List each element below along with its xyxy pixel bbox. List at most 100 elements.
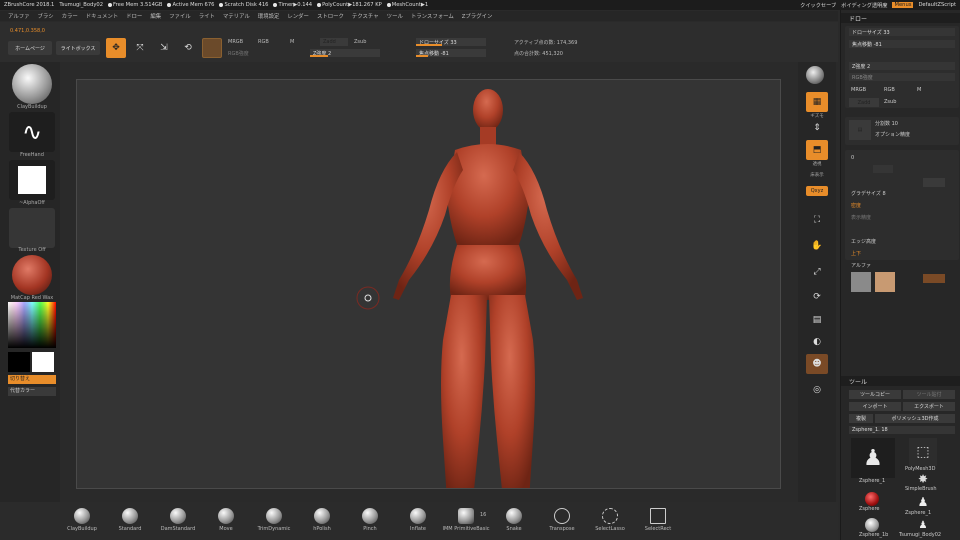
menu-transform[interactable]: トランスフォーム <box>411 12 454 20</box>
rotate-button[interactable]: ⟲ <box>178 38 198 58</box>
tool-copy-button[interactable]: ツールコピー <box>849 390 901 399</box>
brush-option-button[interactable] <box>923 178 945 187</box>
polyframe-icon[interactable]: ▤ <box>806 310 828 330</box>
menu-light[interactable]: ライト <box>199 12 215 20</box>
gradient-toggle[interactable]: 代替カラー <box>8 387 56 396</box>
menu-draw[interactable]: ドロー <box>126 12 142 20</box>
swap-color-button[interactable]: 切り替え <box>8 375 56 384</box>
material-swatch-button[interactable] <box>202 38 222 58</box>
frame-icon[interactable]: ⛶ <box>806 210 828 230</box>
main-color-swatch[interactable] <box>8 352 30 372</box>
rotate-icon[interactable]: ⟳ <box>806 287 828 307</box>
export-button[interactable]: エクスポート <box>903 402 955 411</box>
transparency-button[interactable]: ボイディング透明度 <box>841 2 887 9</box>
move-arrows-icon[interactable]: ⇕ <box>806 118 828 138</box>
home-page-button[interactable]: ホームページ <box>8 41 52 55</box>
focal-shift-slider[interactable]: 焦点移動 -81 <box>416 49 486 57</box>
rp-rgb-toggle[interactable]: RGB <box>884 87 895 93</box>
secondary-color-swatch[interactable] <box>32 352 54 372</box>
brush-trimdynamic[interactable]: TrimDynamic <box>248 508 300 534</box>
menu-document[interactable]: ドキュメント <box>86 12 118 20</box>
gizmo-icon[interactable]: ▦ <box>806 92 828 112</box>
stroke-thumbnail[interactable]: ∿ <box>9 112 55 152</box>
menu-texture[interactable]: テクスチャ <box>352 12 379 20</box>
quicksave-button[interactable]: クイックセーブ <box>800 2 836 9</box>
draw-size-slider[interactable]: ドローサイズ 33 <box>416 38 486 46</box>
menu-zplugin[interactable]: Zプラグイン <box>462 12 493 20</box>
texture-thumbnail[interactable] <box>9 208 55 248</box>
import-button[interactable]: インポート <box>849 402 901 411</box>
alpha-preview[interactable] <box>851 272 871 292</box>
axis-icon[interactable]: Qxyz <box>806 186 828 196</box>
rgb-intensity-label[interactable]: RGB強度 <box>228 50 249 57</box>
figure-icon[interactable]: ♟ <box>911 518 935 532</box>
scale-icon[interactable]: ⤢ <box>806 262 828 282</box>
brush-pinch[interactable]: Pinch <box>344 508 396 534</box>
brush-hpolish[interactable]: hPolish <box>296 508 348 534</box>
alpha-thumbnail[interactable] <box>9 160 55 200</box>
script-button[interactable]: DefaultZScript <box>918 2 956 8</box>
menu-stroke[interactable]: ストローク <box>317 12 344 20</box>
m-toggle[interactable]: M <box>290 39 294 45</box>
tool-palette-header[interactable]: ツール <box>841 376 960 386</box>
brush-row-slider[interactable] <box>873 165 893 173</box>
perspective-icon[interactable]: ⬒ <box>806 140 828 160</box>
material-thumbnail[interactable] <box>12 255 52 295</box>
rp-rgb-intensity-slider[interactable]: RGB強度 <box>849 73 955 81</box>
rp-z-intensity-slider[interactable]: Z強度 2 <box>849 62 955 70</box>
move-icon[interactable]: ✋ <box>806 236 828 256</box>
menu-render[interactable]: レンダー <box>287 12 309 20</box>
figure-icon[interactable]: ♟ <box>851 438 895 478</box>
edit-button[interactable]: ✥ <box>106 38 126 58</box>
polish-label[interactable]: オプション精度 <box>875 131 910 138</box>
rp-focal-shift-slider[interactable]: 焦点移動 -81 <box>849 40 955 48</box>
draw-palette-header[interactable]: ドロー <box>841 13 960 23</box>
dynamic-subdiv-button[interactable]: ▤ <box>849 120 871 140</box>
figure-icon[interactable] <box>865 518 879 532</box>
rp-m-toggle[interactable]: M <box>917 87 921 93</box>
menu-material[interactable]: マテリアル <box>223 12 250 20</box>
menu-edit[interactable]: 編集 <box>150 12 161 20</box>
menu-preferences[interactable]: 環境設定 <box>258 12 280 20</box>
brush-inflate[interactable]: Inflate <box>392 508 444 534</box>
sphere-icon[interactable] <box>806 66 824 84</box>
zadd-toggle[interactable]: Zadd <box>320 38 348 46</box>
menus-button[interactable]: Menus <box>892 2 914 8</box>
brush-claybuildup[interactable]: ClayBuildup <box>56 508 108 534</box>
mrgb-toggle[interactable]: MRGB <box>228 39 243 45</box>
transp-icon[interactable]: ◐ <box>806 332 828 352</box>
scale-button[interactable]: ⇲ <box>154 38 174 58</box>
xpose-icon[interactable]: ◎ <box>806 380 828 400</box>
color-picker[interactable] <box>8 302 56 348</box>
brush-transpose[interactable]: Transpose <box>536 508 588 534</box>
star-icon[interactable]: ✸ <box>909 472 937 486</box>
alpha-option-button[interactable] <box>923 274 945 283</box>
canvas-viewport[interactable] <box>76 79 781 489</box>
menu-alpha[interactable]: アルファ <box>8 12 30 20</box>
up-down-label[interactable]: 上下 <box>851 250 861 257</box>
z-intensity-slider[interactable]: Z強度 2 <box>310 49 380 57</box>
current-tool-slider[interactable]: Zsphere_1. 18 <box>849 426 955 434</box>
brush-selectlasso[interactable]: SelectLasso <box>584 508 636 534</box>
lightbox-button[interactable]: ライトボックス <box>56 41 100 55</box>
move-button[interactable]: ⤧ <box>130 38 150 58</box>
brush-selectrect[interactable]: SelectRect <box>632 508 684 534</box>
menu-tool[interactable]: ツール <box>387 12 403 20</box>
menu-brush[interactable]: ブラシ <box>38 12 54 20</box>
rp-draw-size-slider[interactable]: ドローサイズ 33 <box>849 28 955 36</box>
rgb-toggle[interactable]: RGB <box>258 39 269 45</box>
brush-damstandard[interactable]: DamStandard <box>152 508 204 534</box>
menu-file[interactable]: ファイル <box>169 12 191 20</box>
brush-standard[interactable]: Standard <box>104 508 156 534</box>
rp-zadd-toggle[interactable]: Zadd <box>849 98 879 107</box>
texture-preview[interactable] <box>875 272 895 292</box>
rp-zsub-toggle[interactable]: Zsub <box>884 99 896 105</box>
clone-button[interactable]: 複製 <box>849 414 873 423</box>
make-polymesh-button[interactable]: ポリメッシュ3D作成 <box>875 414 955 423</box>
polymesh-icon[interactable]: ⬚ <box>909 438 937 466</box>
brush-move[interactable]: Move <box>200 508 252 534</box>
brush-snake[interactable]: Snake <box>488 508 540 534</box>
menu-color[interactable]: カラー <box>62 12 78 20</box>
solo-icon[interactable]: ☻ <box>806 354 828 374</box>
figure-icon[interactable]: ♟ <box>909 494 937 510</box>
